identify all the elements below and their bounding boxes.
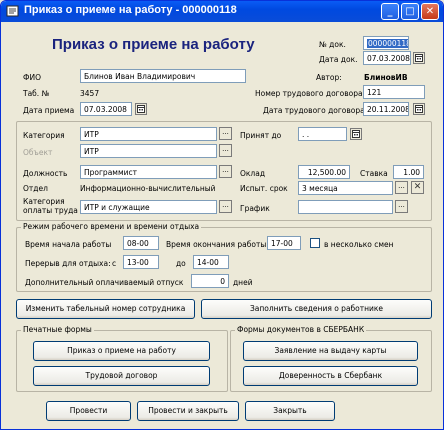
vacation-label: Дополнительный оплачиваемый отпуск xyxy=(25,278,184,287)
shifts-label: в несколько смен xyxy=(324,240,394,249)
contract-date-field[interactable]: 20.11.2008 xyxy=(363,102,409,116)
break-label: Перерыв для отдыха: xyxy=(25,259,111,268)
window-title: Приказ о приеме на работу - 000000118 xyxy=(24,4,237,16)
post-field[interactable]: Программист xyxy=(80,165,217,179)
hire-date-field[interactable]: 07.03.2008 xyxy=(80,102,132,116)
accepted-until-field[interactable]: . . xyxy=(298,127,347,141)
object-label: Объект xyxy=(23,148,53,157)
change-tab-no-button[interactable]: Изменить табельный номер сотрудника xyxy=(16,299,195,319)
print-forms-title: Печатные формы xyxy=(21,325,94,334)
object-select-button[interactable]: ... xyxy=(219,144,232,157)
power-of-attorney-button[interactable]: Доверенность в Сбербанк xyxy=(243,366,418,386)
close-window-button[interactable]: ✕ xyxy=(421,3,439,20)
contract-date-label: Дата трудового договора xyxy=(263,106,365,115)
end-time-label: Время окончания работы xyxy=(166,240,267,249)
start-time-field[interactable]: 08-00 xyxy=(123,236,159,250)
schedule-select-button[interactable]: ... xyxy=(395,200,408,213)
post-button[interactable]: Провести xyxy=(46,401,131,421)
break-from-label: с xyxy=(112,259,117,268)
calendar-icon[interactable] xyxy=(135,103,147,115)
fill-employee-button[interactable]: Заполнить сведения о работнике xyxy=(201,299,432,319)
maximize-button[interactable]: □ xyxy=(401,3,419,20)
document-window: Приказ о приеме на работу - 000000118 _ … xyxy=(0,0,444,430)
category-label: Категория xyxy=(23,131,65,140)
close-button[interactable]: Закрыть xyxy=(245,401,335,421)
minimize-button[interactable]: _ xyxy=(381,3,399,20)
card-application-button[interactable]: Заявление на выдачу карты xyxy=(243,341,418,361)
pay-category-field[interactable]: ИТР и служащие xyxy=(80,200,217,214)
break-to-field[interactable]: 14-00 xyxy=(193,255,229,269)
shifts-checkbox[interactable] xyxy=(310,238,320,248)
post-close-button[interactable]: Провести и закрыть xyxy=(137,401,239,421)
department-label: Отдел xyxy=(23,184,48,193)
salary-label: Оклад xyxy=(240,169,266,178)
probation-select-button[interactable]: ... xyxy=(395,181,408,194)
break-to-label: до xyxy=(176,259,186,268)
page-title: Приказ о приеме на работу xyxy=(52,36,255,53)
tab-no-label: Таб. № xyxy=(23,89,50,98)
sberbank-forms-title: Формы документов в СБЕРБАНК xyxy=(235,325,367,334)
fio-field[interactable]: Блинов Иван Владимирович xyxy=(80,69,246,83)
hire-date-label: Дата приема xyxy=(23,106,75,115)
title-bar[interactable]: Приказ о приеме на работу - 000000118 _ … xyxy=(1,1,443,22)
pay-category-select-button[interactable]: ... xyxy=(219,200,232,213)
contract-no-label: Номер трудового договора xyxy=(255,89,363,98)
pay-category-label: Категория оплаты труда xyxy=(23,197,78,215)
vacation-field[interactable]: 0 xyxy=(191,274,229,288)
contract-no-field[interactable]: 121 xyxy=(363,85,425,99)
document-icon xyxy=(6,5,19,17)
author-label: Автор: xyxy=(316,73,342,82)
salary-field[interactable]: 12,500.00 xyxy=(298,165,350,179)
doc-no-label: № док. xyxy=(319,40,346,49)
doc-no-field[interactable]: 000000118 xyxy=(363,36,409,50)
hire-order-button[interactable]: Приказ о приеме на работу xyxy=(33,341,210,361)
post-select-button[interactable]: ... xyxy=(219,165,232,178)
work-mode-title: Режим рабочего времени и времени отдыха xyxy=(21,222,202,231)
probation-field[interactable]: 3 месяца xyxy=(298,181,393,195)
accepted-until-label: Принят до xyxy=(240,131,282,140)
probation-label: Испыт. срок xyxy=(240,184,288,193)
department-value: Информационно-вычислительный xyxy=(80,184,216,193)
calendar-icon[interactable] xyxy=(350,128,362,140)
rate-label: Ставка xyxy=(360,169,388,178)
start-time-label: Время начала работы xyxy=(25,240,112,249)
doc-date-field[interactable]: 07.03.2008 xyxy=(363,51,411,65)
category-select-button[interactable]: ... xyxy=(219,127,232,140)
author-value: БлиновИВ xyxy=(364,73,408,82)
end-time-field[interactable]: 17-00 xyxy=(267,236,301,250)
vacation-unit: дней xyxy=(233,278,253,287)
clear-icon[interactable]: ✕ xyxy=(411,181,424,194)
tab-no-value: 3457 xyxy=(80,89,100,98)
doc-date-label: Дата док. xyxy=(319,55,358,64)
fio-label: ФИО xyxy=(23,73,41,82)
schedule-field[interactable] xyxy=(298,200,393,214)
schedule-label: График xyxy=(240,204,270,213)
calendar-icon[interactable] xyxy=(413,103,425,115)
labor-contract-button[interactable]: Трудовой договор xyxy=(33,366,210,386)
break-from-field[interactable]: 13-00 xyxy=(123,255,159,269)
category-field[interactable]: ИТР xyxy=(80,127,217,141)
post-label: Должность xyxy=(23,169,68,178)
calendar-icon[interactable] xyxy=(413,52,425,64)
object-field[interactable]: ИТР xyxy=(80,144,217,158)
rate-field[interactable]: 1.00 xyxy=(393,165,424,179)
